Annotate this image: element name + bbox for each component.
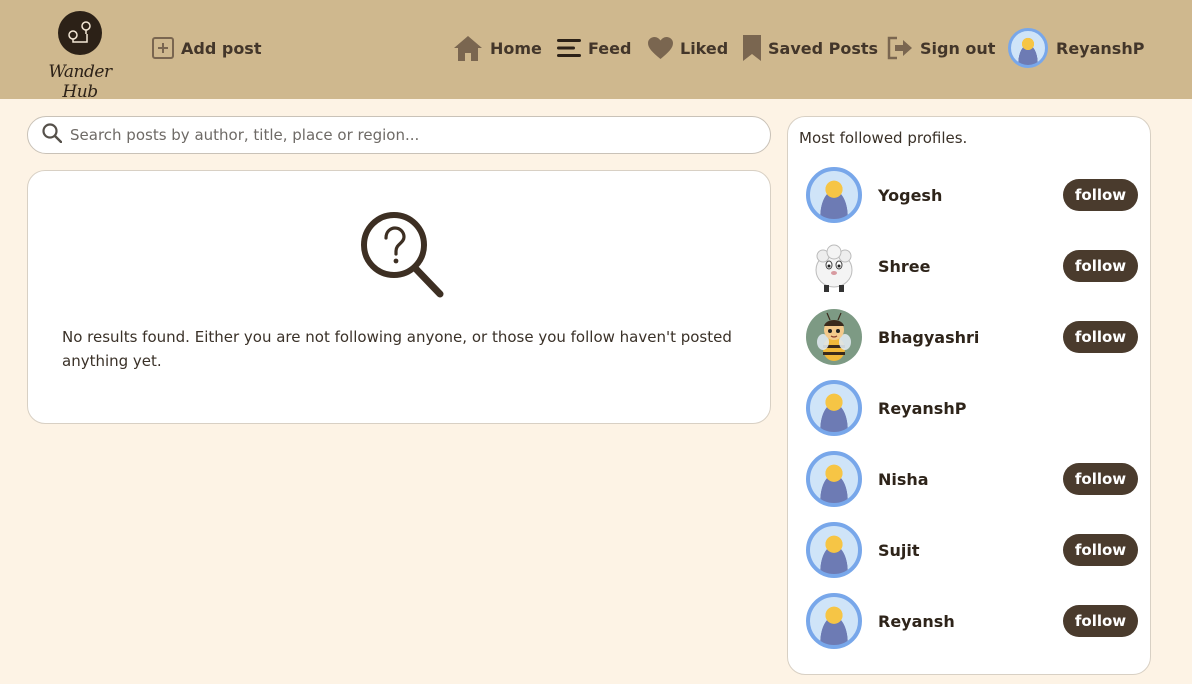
profile-row: Bhagyashri follow (806, 309, 1138, 365)
follow-button[interactable]: follow (1063, 179, 1138, 211)
home-label: Home (490, 38, 542, 58)
add-post-label: Add post (181, 38, 262, 58)
nav-saved-posts[interactable]: Saved Posts (742, 33, 878, 63)
saved-label: Saved Posts (768, 38, 879, 58)
home-icon (452, 34, 484, 62)
follow-button[interactable]: follow (1063, 321, 1138, 353)
sign-out-label: Sign out (920, 38, 996, 58)
profile-row: Sujit follow (806, 522, 1138, 578)
follow-button[interactable]: follow (1063, 463, 1138, 495)
map-pin-icon (58, 11, 102, 55)
profile-row: Reyansh follow (806, 593, 1138, 649)
user-avatar (1008, 28, 1048, 68)
sidebar-title: Most followed profiles. (799, 129, 968, 147)
nav-feed[interactable]: Feed (556, 33, 631, 63)
search-question-icon (360, 211, 446, 305)
profile-name[interactable]: Nisha (878, 470, 1063, 489)
top-navbar: Wander Hub Add post Home Feed Liked Save… (0, 0, 1192, 102)
heart-icon (647, 36, 674, 60)
profile-name[interactable]: Yogesh (878, 186, 1063, 205)
search-bar (27, 116, 771, 154)
profile-name[interactable]: ReyanshP (878, 399, 1138, 418)
profile-name[interactable]: Reyansh (878, 612, 1063, 631)
default-avatar-icon[interactable] (806, 167, 862, 223)
default-avatar-icon[interactable] (806, 380, 862, 436)
add-post-button[interactable]: Add post (151, 33, 261, 63)
profile-username: ReyanshP (1056, 38, 1145, 58)
bookmark-icon (742, 34, 762, 62)
empty-results-message: No results found. Either you are not fol… (62, 328, 732, 370)
logo-text: Wander Hub (48, 62, 112, 102)
sign-out-icon (886, 35, 914, 61)
sheep-avatar-icon[interactable] (806, 238, 862, 294)
follow-button[interactable]: follow (1063, 605, 1138, 637)
plus-square-icon (151, 36, 175, 60)
follow-button[interactable]: follow (1063, 534, 1138, 566)
profile-row: Nisha follow (806, 451, 1138, 507)
profile-name[interactable]: Bhagyashri (878, 328, 1063, 347)
follow-button[interactable]: follow (1063, 250, 1138, 282)
empty-results-card: No results found. Either you are not fol… (27, 170, 771, 424)
profile-row: Shree follow (806, 238, 1138, 294)
liked-label: Liked (680, 38, 729, 58)
search-icon (42, 123, 63, 147)
nav-liked[interactable]: Liked (647, 33, 728, 63)
default-avatar-icon[interactable] (806, 522, 862, 578)
nav-home[interactable]: Home (452, 33, 542, 63)
bee-avatar-icon[interactable] (806, 309, 862, 365)
profile-row: ReyanshP (806, 380, 1138, 436)
wanderhub-logo[interactable]: Wander Hub (30, 8, 130, 102)
search-input[interactable] (70, 126, 730, 144)
most-followed-sidebar: Most followed profiles. Yogesh follow Sh… (787, 116, 1151, 675)
feed-label: Feed (588, 38, 632, 58)
profile-name[interactable]: Sujit (878, 541, 1063, 560)
nav-profile[interactable]: ReyanshP (1008, 28, 1145, 68)
profile-row: Yogesh follow (806, 167, 1138, 223)
profile-name[interactable]: Shree (878, 257, 1063, 276)
sign-out-button[interactable]: Sign out (886, 33, 995, 63)
menu-lines-icon (556, 37, 582, 59)
default-avatar-icon[interactable] (806, 593, 862, 649)
default-avatar-icon[interactable] (806, 451, 862, 507)
